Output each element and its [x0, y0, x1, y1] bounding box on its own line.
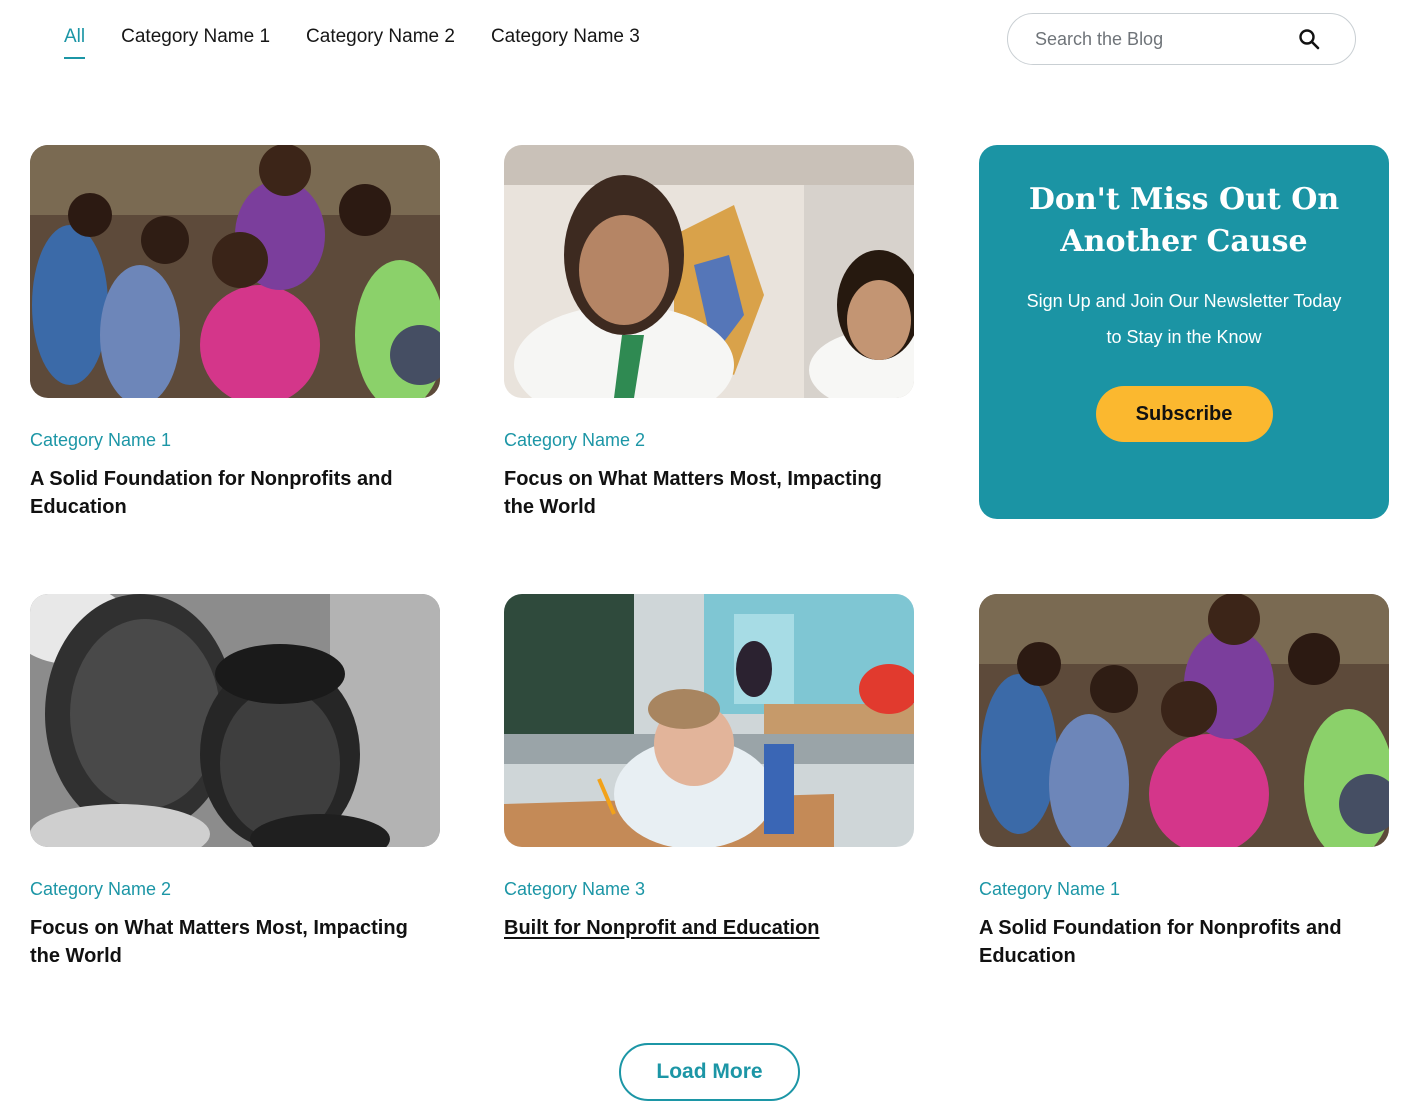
search-box	[1007, 13, 1356, 65]
search-button[interactable]	[1297, 27, 1321, 51]
post-title-link[interactable]: Focus on What Matters Most, Impacting th…	[30, 914, 430, 970]
tab-category-2[interactable]: Category Name 2	[306, 25, 455, 59]
blog-card: Category Name 1 A Solid Foundation for N…	[30, 145, 440, 521]
post-category[interactable]: Category Name 1	[979, 878, 1389, 900]
post-title-link[interactable]: Built for Nonprofit and Education	[504, 914, 904, 942]
blog-card: Category Name 3 Built for Nonprofit and …	[504, 594, 914, 942]
post-category[interactable]: Category Name 2	[504, 429, 914, 451]
newsletter-title: Don't Miss Out On Another Cause	[1028, 182, 1340, 259]
two-children-bw-photo[interactable]	[30, 594, 440, 847]
tab-category-1[interactable]: Category Name 1	[121, 25, 270, 59]
blog-card: Category Name 2 Focus on What Matters Mo…	[504, 145, 914, 521]
newsletter-signup: Don't Miss Out On Another Cause Sign Up …	[979, 145, 1389, 519]
post-title-link[interactable]: A Solid Foundation for Nonprofits and Ed…	[30, 465, 430, 521]
post-title-link[interactable]: Focus on What Matters Most, Impacting th…	[504, 465, 904, 521]
post-category[interactable]: Category Name 3	[504, 878, 914, 900]
subscribe-button[interactable]: Subscribe	[1095, 386, 1273, 442]
group-of-children-photo[interactable]	[30, 145, 440, 398]
blog-card: Category Name 1 A Solid Foundation for N…	[979, 594, 1389, 970]
tab-all[interactable]: All	[64, 25, 86, 59]
load-more-button[interactable]: Load More	[619, 1043, 800, 1101]
boy-writing-classroom-photo[interactable]	[504, 594, 914, 847]
blog-card: Category Name 2 Focus on What Matters Mo…	[30, 594, 440, 970]
smiling-students-photo[interactable]	[504, 145, 914, 398]
search-icon	[1299, 29, 1320, 50]
tab-category-3[interactable]: Category Name 3	[491, 25, 640, 59]
post-title-link[interactable]: A Solid Foundation for Nonprofits and Ed…	[979, 914, 1379, 970]
post-category[interactable]: Category Name 2	[30, 878, 440, 900]
newsletter-text: Sign Up and Join Our Newsletter Today to…	[1026, 291, 1342, 347]
search-input[interactable]	[1035, 28, 1275, 50]
category-filter-tabs: All Category Name 1 Category Name 2 Cate…	[64, 25, 640, 59]
blog-page: All Category Name 1 Category Name 2 Cate…	[0, 0, 1424, 1118]
group-of-children-photo[interactable]	[979, 594, 1389, 847]
post-category[interactable]: Category Name 1	[30, 429, 440, 451]
